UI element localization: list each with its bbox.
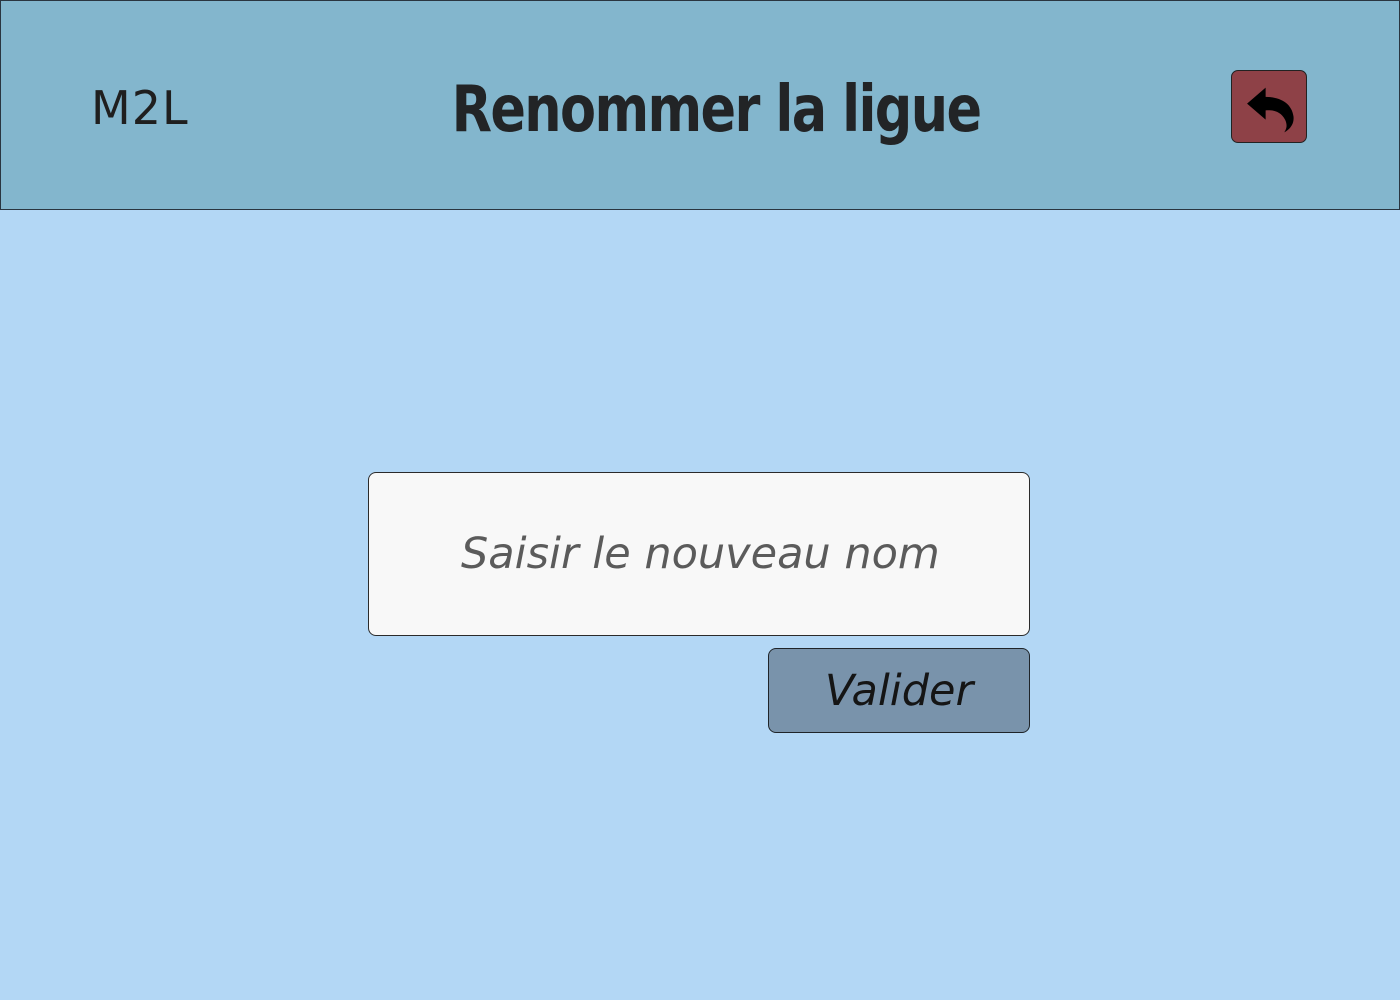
page-title: Renommer la ligue: [451, 73, 982, 147]
league-name-input[interactable]: [368, 472, 1030, 636]
page-header: M2L Renommer la ligue: [0, 0, 1400, 210]
app-window: M2L Renommer la ligue Valider: [0, 0, 1400, 1000]
back-button[interactable]: [1231, 70, 1307, 143]
validate-button[interactable]: Valider: [768, 648, 1030, 733]
back-arrow-icon: [1242, 80, 1296, 134]
